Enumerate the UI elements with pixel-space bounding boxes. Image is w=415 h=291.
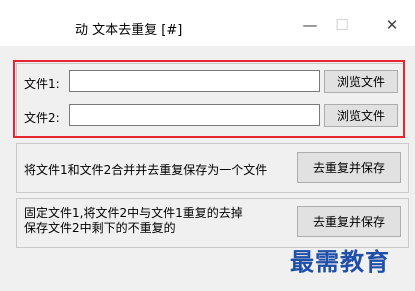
fixed-description-line1: 固定文件1,将文件2中与文件1重复的去掉 [24,206,243,220]
browse-file1-button[interactable]: 浏览文件 [324,70,398,93]
watermark-logo: 最需教育 [290,247,390,276]
fixed-dedupe-save-button[interactable]: 去重复并保存 [297,206,401,237]
window-title: 动 文本去重复 [#] [75,23,183,38]
merge-dedupe-save-button[interactable]: 去重复并保存 [297,152,401,183]
merge-description: 将文件1和文件2合并并去重复保存为一个文件 [24,163,268,177]
file1-input[interactable] [69,70,320,92]
fixed-description-line2: 保存文件2中剩下的不重复的 [24,221,176,235]
browse-file2-button[interactable]: 浏览文件 [324,104,398,127]
file2-input[interactable] [69,104,320,126]
title-bar: 动 文本去重复 [#] — ☐ ✕ [0,0,415,46]
maximize-button: ☐ [335,16,349,34]
file2-label: 文件2: [24,111,60,125]
close-button[interactable]: ✕ [372,11,412,39]
file1-label: 文件1: [24,77,60,91]
